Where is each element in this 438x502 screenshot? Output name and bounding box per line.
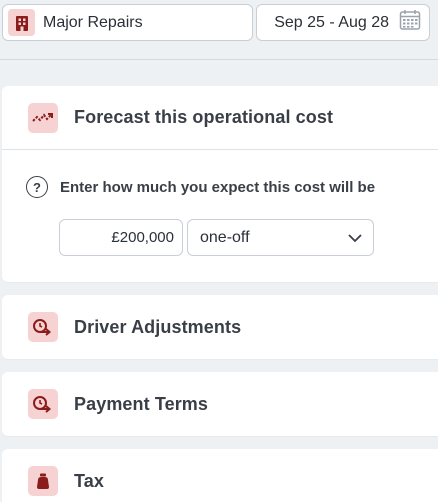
money-bag-icon (28, 466, 58, 496)
tax-title: Tax (74, 470, 104, 491)
timer-arrow-icon (28, 312, 58, 342)
date-range-picker[interactable]: Sep 25 - Aug 28 (256, 4, 430, 41)
tax-header[interactable]: Tax (2, 449, 438, 502)
forecast-prompt: ? Enter how much you expect this cost wi… (26, 176, 375, 198)
forecast-title: Forecast this operational cost (74, 107, 334, 127)
help-glyph: ? (33, 179, 41, 195)
trend-line-icon (28, 102, 58, 133)
chevron-down-icon (347, 230, 363, 251)
amount-input[interactable] (59, 219, 183, 256)
tax-card[interactable]: Tax (2, 449, 438, 502)
driver-adjustments-header[interactable]: Driver Adjustments (2, 295, 438, 359)
help-icon[interactable]: ? (26, 176, 48, 198)
frequency-value: one-off (200, 228, 250, 246)
driver-adjustments-title: Driver Adjustments (74, 316, 242, 337)
payment-terms-title: Payment Terms (74, 393, 209, 414)
category-selector[interactable]: Major Repairs (2, 4, 253, 41)
calendar-icon[interactable] (399, 9, 421, 36)
payment-terms-header[interactable]: Payment Terms (2, 372, 438, 436)
frequency-select[interactable]: one-off (187, 219, 374, 256)
building-icon (8, 9, 35, 36)
forecast-card: Forecast this operational cost ? Enter h… (2, 86, 438, 282)
driver-adjustments-card[interactable]: Driver Adjustments (2, 295, 438, 359)
top-bar: Major Repairs Sep 25 - Aug 28 (0, 0, 438, 60)
prompt-text: Enter how much you expect this cost will… (60, 178, 376, 196)
payment-terms-card[interactable]: Payment Terms (2, 372, 438, 436)
category-label: Major Repairs (43, 13, 143, 31)
date-range-label: Sep 25 - Aug 28 (274, 13, 389, 31)
timer-arrow-icon (28, 389, 58, 419)
forecast-header[interactable]: Forecast this operational cost (2, 86, 438, 150)
